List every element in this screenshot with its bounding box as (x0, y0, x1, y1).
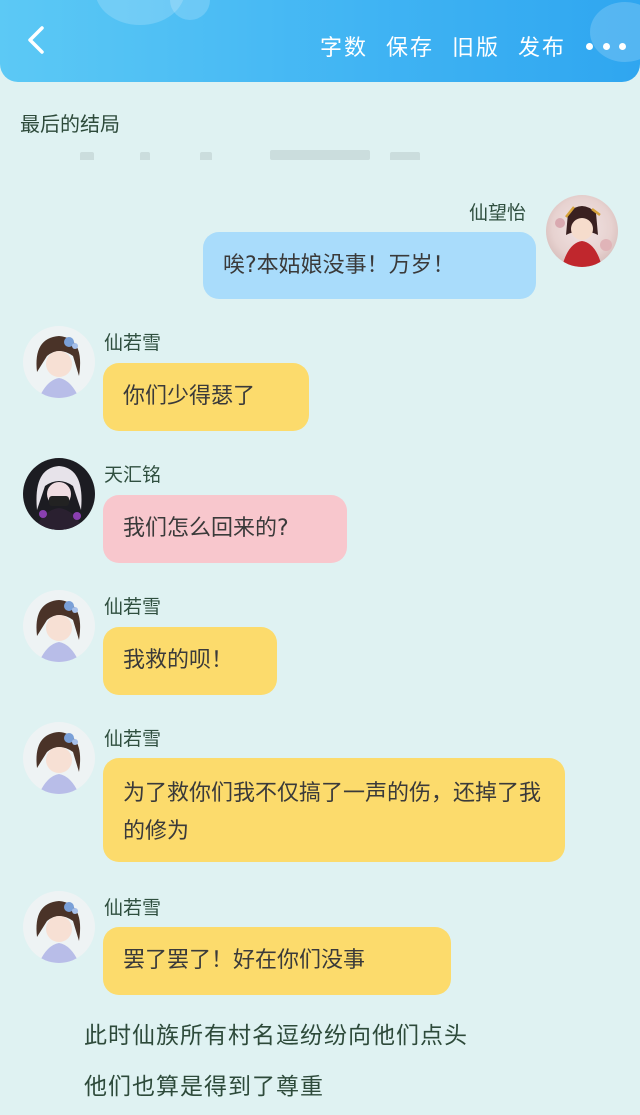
avatar-image (36, 336, 81, 398)
decorative-bubble (170, 0, 210, 20)
message-bubble: 罢了罢了！好在你们没事 (103, 927, 451, 995)
sender-name: 仙若雪 (104, 332, 162, 354)
sender-name: 仙若雪 (104, 596, 162, 618)
sender-name: 天汇铭 (104, 464, 162, 486)
message-bubble: 你们少得瑟了 (103, 363, 309, 431)
chapter-title: 最后的结局 (20, 112, 120, 136)
old-version-button[interactable]: 旧版 (452, 30, 500, 62)
sender-name: 仙若雪 (104, 728, 162, 750)
message-bubble: 唉?本姑娘没事！万岁！ (203, 232, 536, 299)
avatar-image (36, 600, 81, 662)
clipped-text-remnant (80, 148, 430, 160)
avatar[interactable] (23, 458, 95, 530)
avatar-image (36, 901, 81, 963)
header-actions: 字数 保存 旧版 发布 (302, 30, 626, 62)
sender-name: 仙望怡 (469, 202, 527, 224)
message-bubble: 我们怎么回来的? (103, 495, 347, 563)
sender-name: 仙若雪 (104, 897, 162, 919)
chevron-left-icon (28, 26, 44, 54)
word-count-button[interactable]: 字数 (320, 30, 368, 62)
avatar-image (36, 732, 81, 794)
narration-line: 他们也算是得到了尊重 (84, 1074, 324, 1100)
narration-line: 此时仙族所有村名逗纷纷向他们点头 (84, 1023, 468, 1049)
avatar[interactable] (23, 326, 95, 398)
avatar[interactable] (23, 590, 95, 662)
more-dots-icon[interactable] (586, 36, 626, 56)
save-button[interactable]: 保存 (386, 30, 434, 62)
message-bubble: 为了救你们我不仅搞了一声的伤，还掉了我的修为 (103, 758, 565, 862)
message-bubble: 我救的呗！ (103, 627, 277, 695)
publish-button[interactable]: 发布 (518, 30, 566, 62)
avatar[interactable] (23, 722, 95, 794)
back-button[interactable] (20, 22, 56, 58)
avatar-image (35, 466, 83, 530)
avatar-image (555, 206, 612, 267)
avatar[interactable] (546, 195, 618, 267)
top-bar: 字数 保存 旧版 发布 (0, 0, 640, 82)
avatar[interactable] (23, 891, 95, 963)
